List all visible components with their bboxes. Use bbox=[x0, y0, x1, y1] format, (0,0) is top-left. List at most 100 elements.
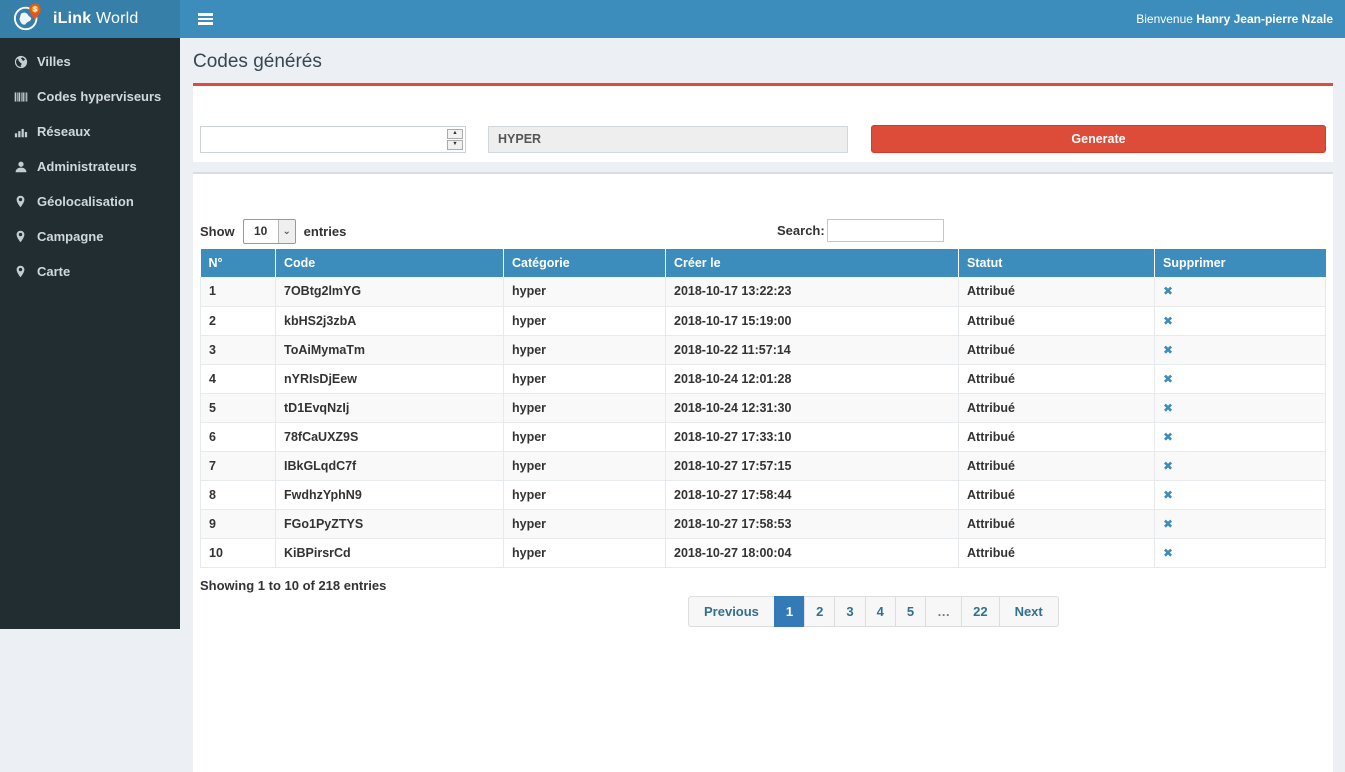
delete-icon[interactable]: ✖ bbox=[1163, 401, 1173, 415]
table-row: 3ToAiMymaTmhyper2018-10-22 11:57:14Attri… bbox=[201, 335, 1326, 364]
pagination-page-1-button[interactable]: 1 bbox=[774, 596, 805, 627]
table-row: 2kbHS2j3zbAhyper2018-10-17 15:19:00Attri… bbox=[201, 306, 1326, 335]
column-header-code[interactable]: Code bbox=[276, 249, 504, 277]
generator-panel: ▲ ▼ Generate bbox=[193, 83, 1333, 162]
cell-number: 10 bbox=[201, 538, 276, 567]
sidebar-menu: Villes Codes hyperviseurs Réseaux Administr… bbox=[0, 38, 180, 289]
cell-delete: ✖ bbox=[1155, 277, 1326, 306]
cell-delete: ✖ bbox=[1155, 538, 1326, 567]
sidebar-item-label: Codes hyperviseurs bbox=[37, 89, 161, 104]
column-header-n[interactable]: N° bbox=[201, 249, 276, 277]
column-header-statut[interactable]: Statut bbox=[959, 249, 1155, 277]
sidebar-item-label: Carte bbox=[37, 264, 70, 279]
cell-code: KiBPirsrCd bbox=[276, 538, 504, 567]
sidebar-item-reseaux[interactable]: Réseaux bbox=[0, 114, 180, 149]
welcome-message: Bienvenue Hanry Jean-pierre Nzale bbox=[1136, 12, 1333, 26]
page-title: Codes générés bbox=[193, 51, 1333, 73]
cell-number: 8 bbox=[201, 480, 276, 509]
cell-status: Attribué bbox=[959, 393, 1155, 422]
page-size-select[interactable]: 10 ⌄ bbox=[243, 219, 296, 244]
column-header-categorie[interactable]: Catégorie bbox=[504, 249, 666, 277]
table-header-row: N°CodeCatégorieCréer leStatutSupprimer bbox=[201, 249, 1326, 277]
cell-category: hyper bbox=[504, 364, 666, 393]
cell-created: 2018-10-24 12:31:30 bbox=[666, 393, 959, 422]
pagination-page-22-button[interactable]: 22 bbox=[961, 596, 999, 627]
delete-icon[interactable]: ✖ bbox=[1163, 284, 1173, 298]
map-marker-icon bbox=[14, 265, 37, 278]
pagination-page-3-button[interactable]: 3 bbox=[834, 596, 865, 627]
spinner-down-icon[interactable]: ▼ bbox=[447, 140, 463, 150]
delete-icon[interactable]: ✖ bbox=[1163, 430, 1173, 444]
pagination: Previous12345…22Next bbox=[688, 596, 1059, 627]
globe-pin-icon: $ bbox=[12, 2, 44, 37]
app-window: $ iLink World Villes Codes hyperviseurs Ré… bbox=[0, 0, 1345, 629]
cell-category: hyper bbox=[504, 480, 666, 509]
cell-created: 2018-10-17 15:19:00 bbox=[666, 306, 959, 335]
column-header-creer-le[interactable]: Créer le bbox=[666, 249, 959, 277]
barcode-icon bbox=[14, 90, 37, 104]
delete-icon[interactable]: ✖ bbox=[1163, 488, 1173, 502]
search-input[interactable] bbox=[827, 219, 944, 242]
pagination-page-5-button[interactable]: 5 bbox=[895, 596, 926, 627]
delete-icon[interactable]: ✖ bbox=[1163, 546, 1173, 560]
sidebar-item-villes[interactable]: Villes bbox=[0, 44, 180, 79]
content: Codes générés ▲ ▼ Generate bbox=[180, 38, 1345, 772]
cell-category: hyper bbox=[504, 393, 666, 422]
globe-icon bbox=[14, 55, 37, 69]
sidebar-item-codes-hyperviseurs[interactable]: Codes hyperviseurs bbox=[0, 79, 180, 114]
sidebar-item-geolocalisation[interactable]: Géolocalisation bbox=[0, 184, 180, 219]
cell-delete: ✖ bbox=[1155, 480, 1326, 509]
column-header-supprimer[interactable]: Supprimer bbox=[1155, 249, 1326, 277]
cell-category: hyper bbox=[504, 538, 666, 567]
table-row: 9FGo1PyZTYShyper2018-10-27 17:58:53Attri… bbox=[201, 509, 1326, 538]
codes-table-panel: Show 10 ⌄ entries Search: bbox=[193, 172, 1333, 772]
entries-label: entries bbox=[304, 224, 347, 239]
pagination-previous-button[interactable]: Previous bbox=[688, 596, 775, 627]
cell-category: hyper bbox=[504, 306, 666, 335]
page-length-control: Show 10 ⌄ entries bbox=[200, 219, 346, 244]
brand-name: iLink World bbox=[53, 10, 138, 28]
pagination-page-4-button[interactable]: 4 bbox=[865, 596, 896, 627]
brand-logo[interactable]: $ iLink World bbox=[0, 0, 180, 38]
cell-category: hyper bbox=[504, 335, 666, 364]
pagination-page-2-button[interactable]: 2 bbox=[804, 596, 835, 627]
sidebar-item-campagne[interactable]: Campagne bbox=[0, 219, 180, 254]
delete-icon[interactable]: ✖ bbox=[1163, 372, 1173, 386]
cell-number: 6 bbox=[201, 422, 276, 451]
delete-icon[interactable]: ✖ bbox=[1163, 459, 1173, 473]
cell-code: nYRIsDjEew bbox=[276, 364, 504, 393]
quantity-input[interactable]: ▲ ▼ bbox=[200, 126, 466, 153]
delete-icon[interactable]: ✖ bbox=[1163, 314, 1173, 328]
spinner-up-icon[interactable]: ▲ bbox=[447, 129, 463, 139]
topbar: Bienvenue Hanry Jean-pierre Nzale bbox=[180, 0, 1345, 38]
cell-code: kbHS2j3zbA bbox=[276, 306, 504, 335]
delete-icon[interactable]: ✖ bbox=[1163, 517, 1173, 531]
sidebar-item-label: Campagne bbox=[37, 229, 103, 244]
table-row: 7IBkGLqdC7fhyper2018-10-27 17:57:15Attri… bbox=[201, 451, 1326, 480]
table-row: 8FwdhzYphN9hyper2018-10-27 17:58:44Attri… bbox=[201, 480, 1326, 509]
sidebar-item-administrateurs[interactable]: Administrateurs bbox=[0, 149, 180, 184]
table-footer: Showing 1 to 10 of 218 entries Previous1… bbox=[200, 578, 1326, 593]
delete-icon[interactable]: ✖ bbox=[1163, 343, 1173, 357]
search-label: Search: bbox=[777, 223, 825, 238]
cell-code: 7OBtg2lmYG bbox=[276, 277, 504, 306]
cell-created: 2018-10-27 17:58:53 bbox=[666, 509, 959, 538]
sidebar-toggle-button[interactable] bbox=[194, 8, 217, 30]
cell-status: Attribué bbox=[959, 335, 1155, 364]
sidebar-item-label: Administrateurs bbox=[37, 159, 137, 174]
quantity-field[interactable] bbox=[201, 127, 441, 152]
cell-number: 5 bbox=[201, 393, 276, 422]
cell-delete: ✖ bbox=[1155, 451, 1326, 480]
cell-status: Attribué bbox=[959, 509, 1155, 538]
cell-delete: ✖ bbox=[1155, 422, 1326, 451]
sidebar-item-carte[interactable]: Carte bbox=[0, 254, 180, 289]
sidebar-item-label: Villes bbox=[37, 54, 71, 69]
cell-category: hyper bbox=[504, 451, 666, 480]
cell-delete: ✖ bbox=[1155, 335, 1326, 364]
generate-button[interactable]: Generate bbox=[871, 125, 1326, 153]
cell-status: Attribué bbox=[959, 422, 1155, 451]
cell-status: Attribué bbox=[959, 480, 1155, 509]
sidebar-item-label: Géolocalisation bbox=[37, 194, 134, 209]
pagination-next-button[interactable]: Next bbox=[999, 596, 1059, 627]
category-input bbox=[488, 126, 848, 153]
